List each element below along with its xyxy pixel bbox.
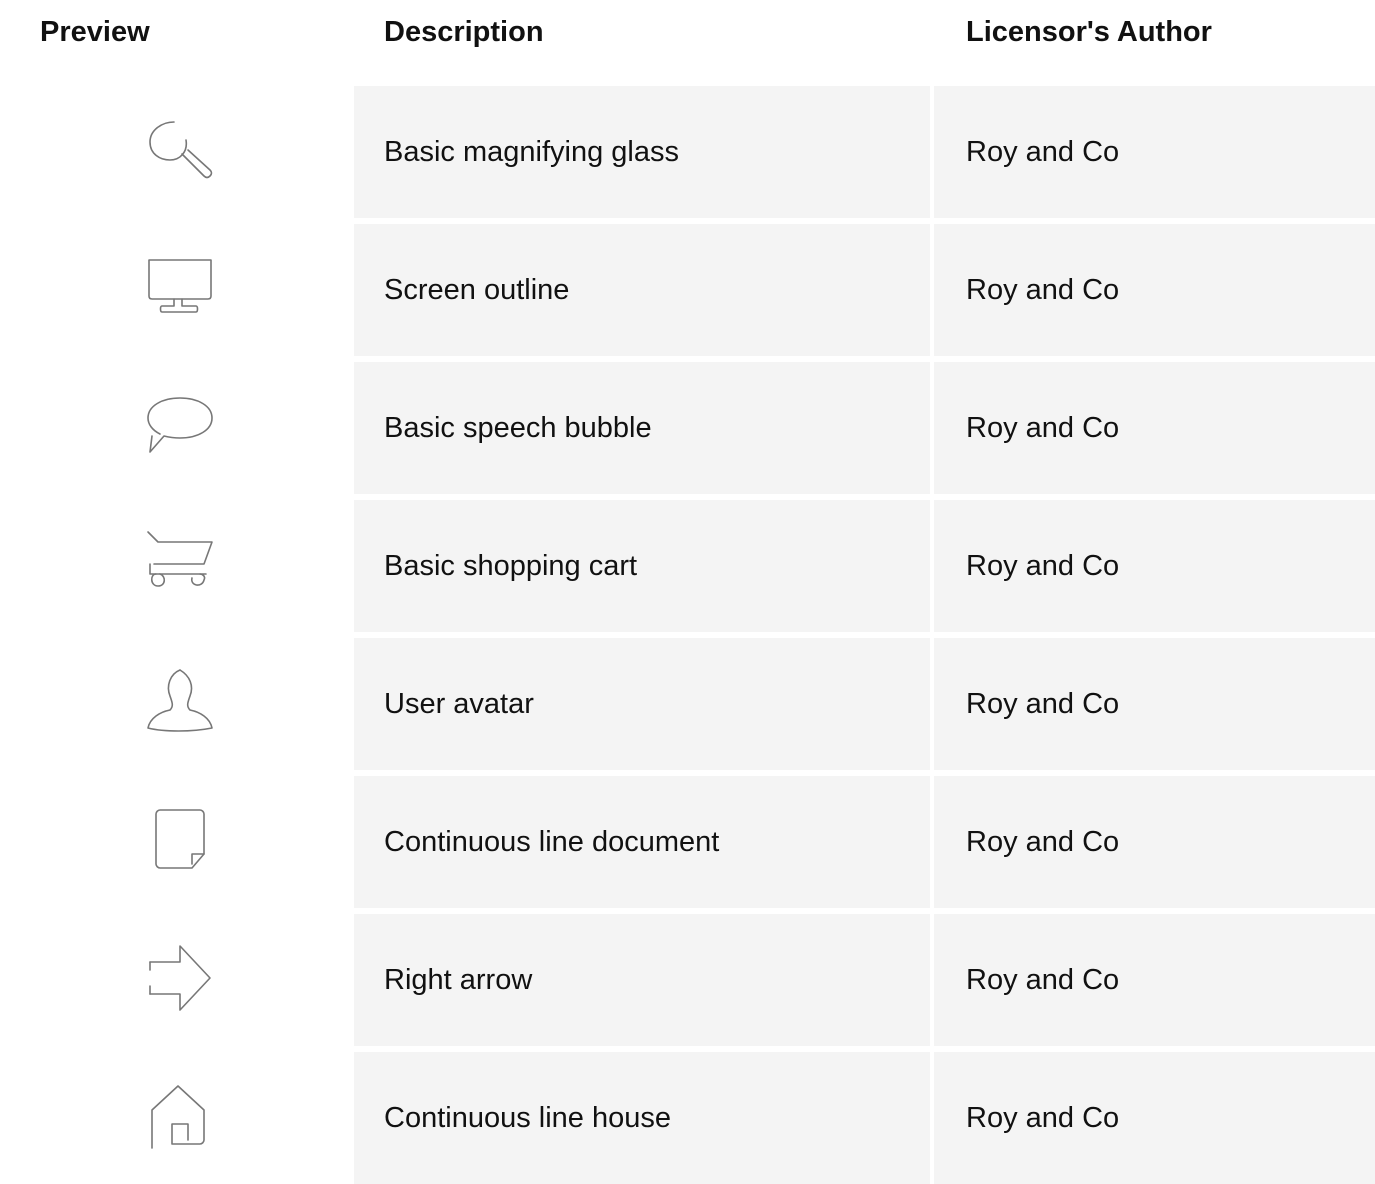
author-cell: Roy and Co	[934, 86, 1375, 218]
house-icon	[140, 1082, 216, 1154]
user-avatar-icon	[140, 668, 216, 740]
column-header-description: Description	[384, 16, 544, 48]
author-cell: Roy and Co	[934, 224, 1375, 356]
author-text: Roy and Co	[966, 550, 1120, 582]
table-row: User avatar Roy and Co	[0, 638, 1375, 770]
preview-cell	[0, 500, 354, 632]
author-text: Roy and Co	[966, 412, 1120, 444]
author-text: Roy and Co	[966, 826, 1120, 858]
preview-cell	[0, 362, 354, 494]
description-cell: Basic shopping cart	[354, 500, 930, 632]
preview-cell	[0, 224, 354, 356]
author-text: Roy and Co	[966, 1102, 1120, 1134]
table-row: Basic shopping cart Roy and Co	[0, 500, 1375, 632]
column-header-author: Licensor's Author	[966, 16, 1212, 48]
author-text: Roy and Co	[966, 274, 1120, 306]
speech-bubble-icon	[140, 392, 216, 464]
table-header: Preview Description Licensor's Author	[0, 0, 1375, 84]
preview-cell	[0, 914, 354, 1046]
table-row: Basic speech bubble Roy and Co	[0, 362, 1375, 494]
description-text: Right arrow	[384, 964, 533, 996]
table-row: Continuous line document Roy and Co	[0, 776, 1375, 908]
preview-cell	[0, 1052, 354, 1184]
description-text: Basic speech bubble	[384, 412, 652, 444]
description-cell: Continuous line document	[354, 776, 930, 908]
right-arrow-icon	[140, 944, 216, 1016]
description-cell: User avatar	[354, 638, 930, 770]
description-text: Continuous line document	[384, 826, 720, 858]
description-cell: Basic speech bubble	[354, 362, 930, 494]
column-header-preview: Preview	[40, 16, 150, 48]
author-cell: Roy and Co	[934, 500, 1375, 632]
shopping-cart-icon	[140, 530, 216, 602]
table-row: Right arrow Roy and Co	[0, 914, 1375, 1046]
description-text: User avatar	[384, 688, 534, 720]
author-text: Roy and Co	[966, 964, 1120, 996]
author-cell: Roy and Co	[934, 776, 1375, 908]
preview-cell	[0, 776, 354, 908]
table-row: Continuous line house Roy and Co	[0, 1052, 1375, 1184]
table-row: Screen outline Roy and Co	[0, 224, 1375, 356]
preview-cell	[0, 86, 354, 218]
author-text: Roy and Co	[966, 688, 1120, 720]
preview-cell	[0, 638, 354, 770]
table-row: Basic magnifying glass Roy and Co	[0, 86, 1375, 218]
author-cell: Roy and Co	[934, 914, 1375, 1046]
monitor-icon	[140, 254, 216, 326]
author-cell: Roy and Co	[934, 1052, 1375, 1184]
description-cell: Basic magnifying glass	[354, 86, 930, 218]
description-cell: Continuous line house	[354, 1052, 930, 1184]
magnifying-glass-icon	[140, 116, 216, 188]
author-text: Roy and Co	[966, 136, 1120, 168]
description-cell: Screen outline	[354, 224, 930, 356]
description-text: Basic magnifying glass	[384, 136, 679, 168]
description-text: Continuous line house	[384, 1102, 671, 1134]
document-icon	[140, 806, 216, 878]
description-cell: Right arrow	[354, 914, 930, 1046]
description-text: Basic shopping cart	[384, 550, 638, 582]
description-text: Screen outline	[384, 274, 570, 306]
author-cell: Roy and Co	[934, 362, 1375, 494]
author-cell: Roy and Co	[934, 638, 1375, 770]
